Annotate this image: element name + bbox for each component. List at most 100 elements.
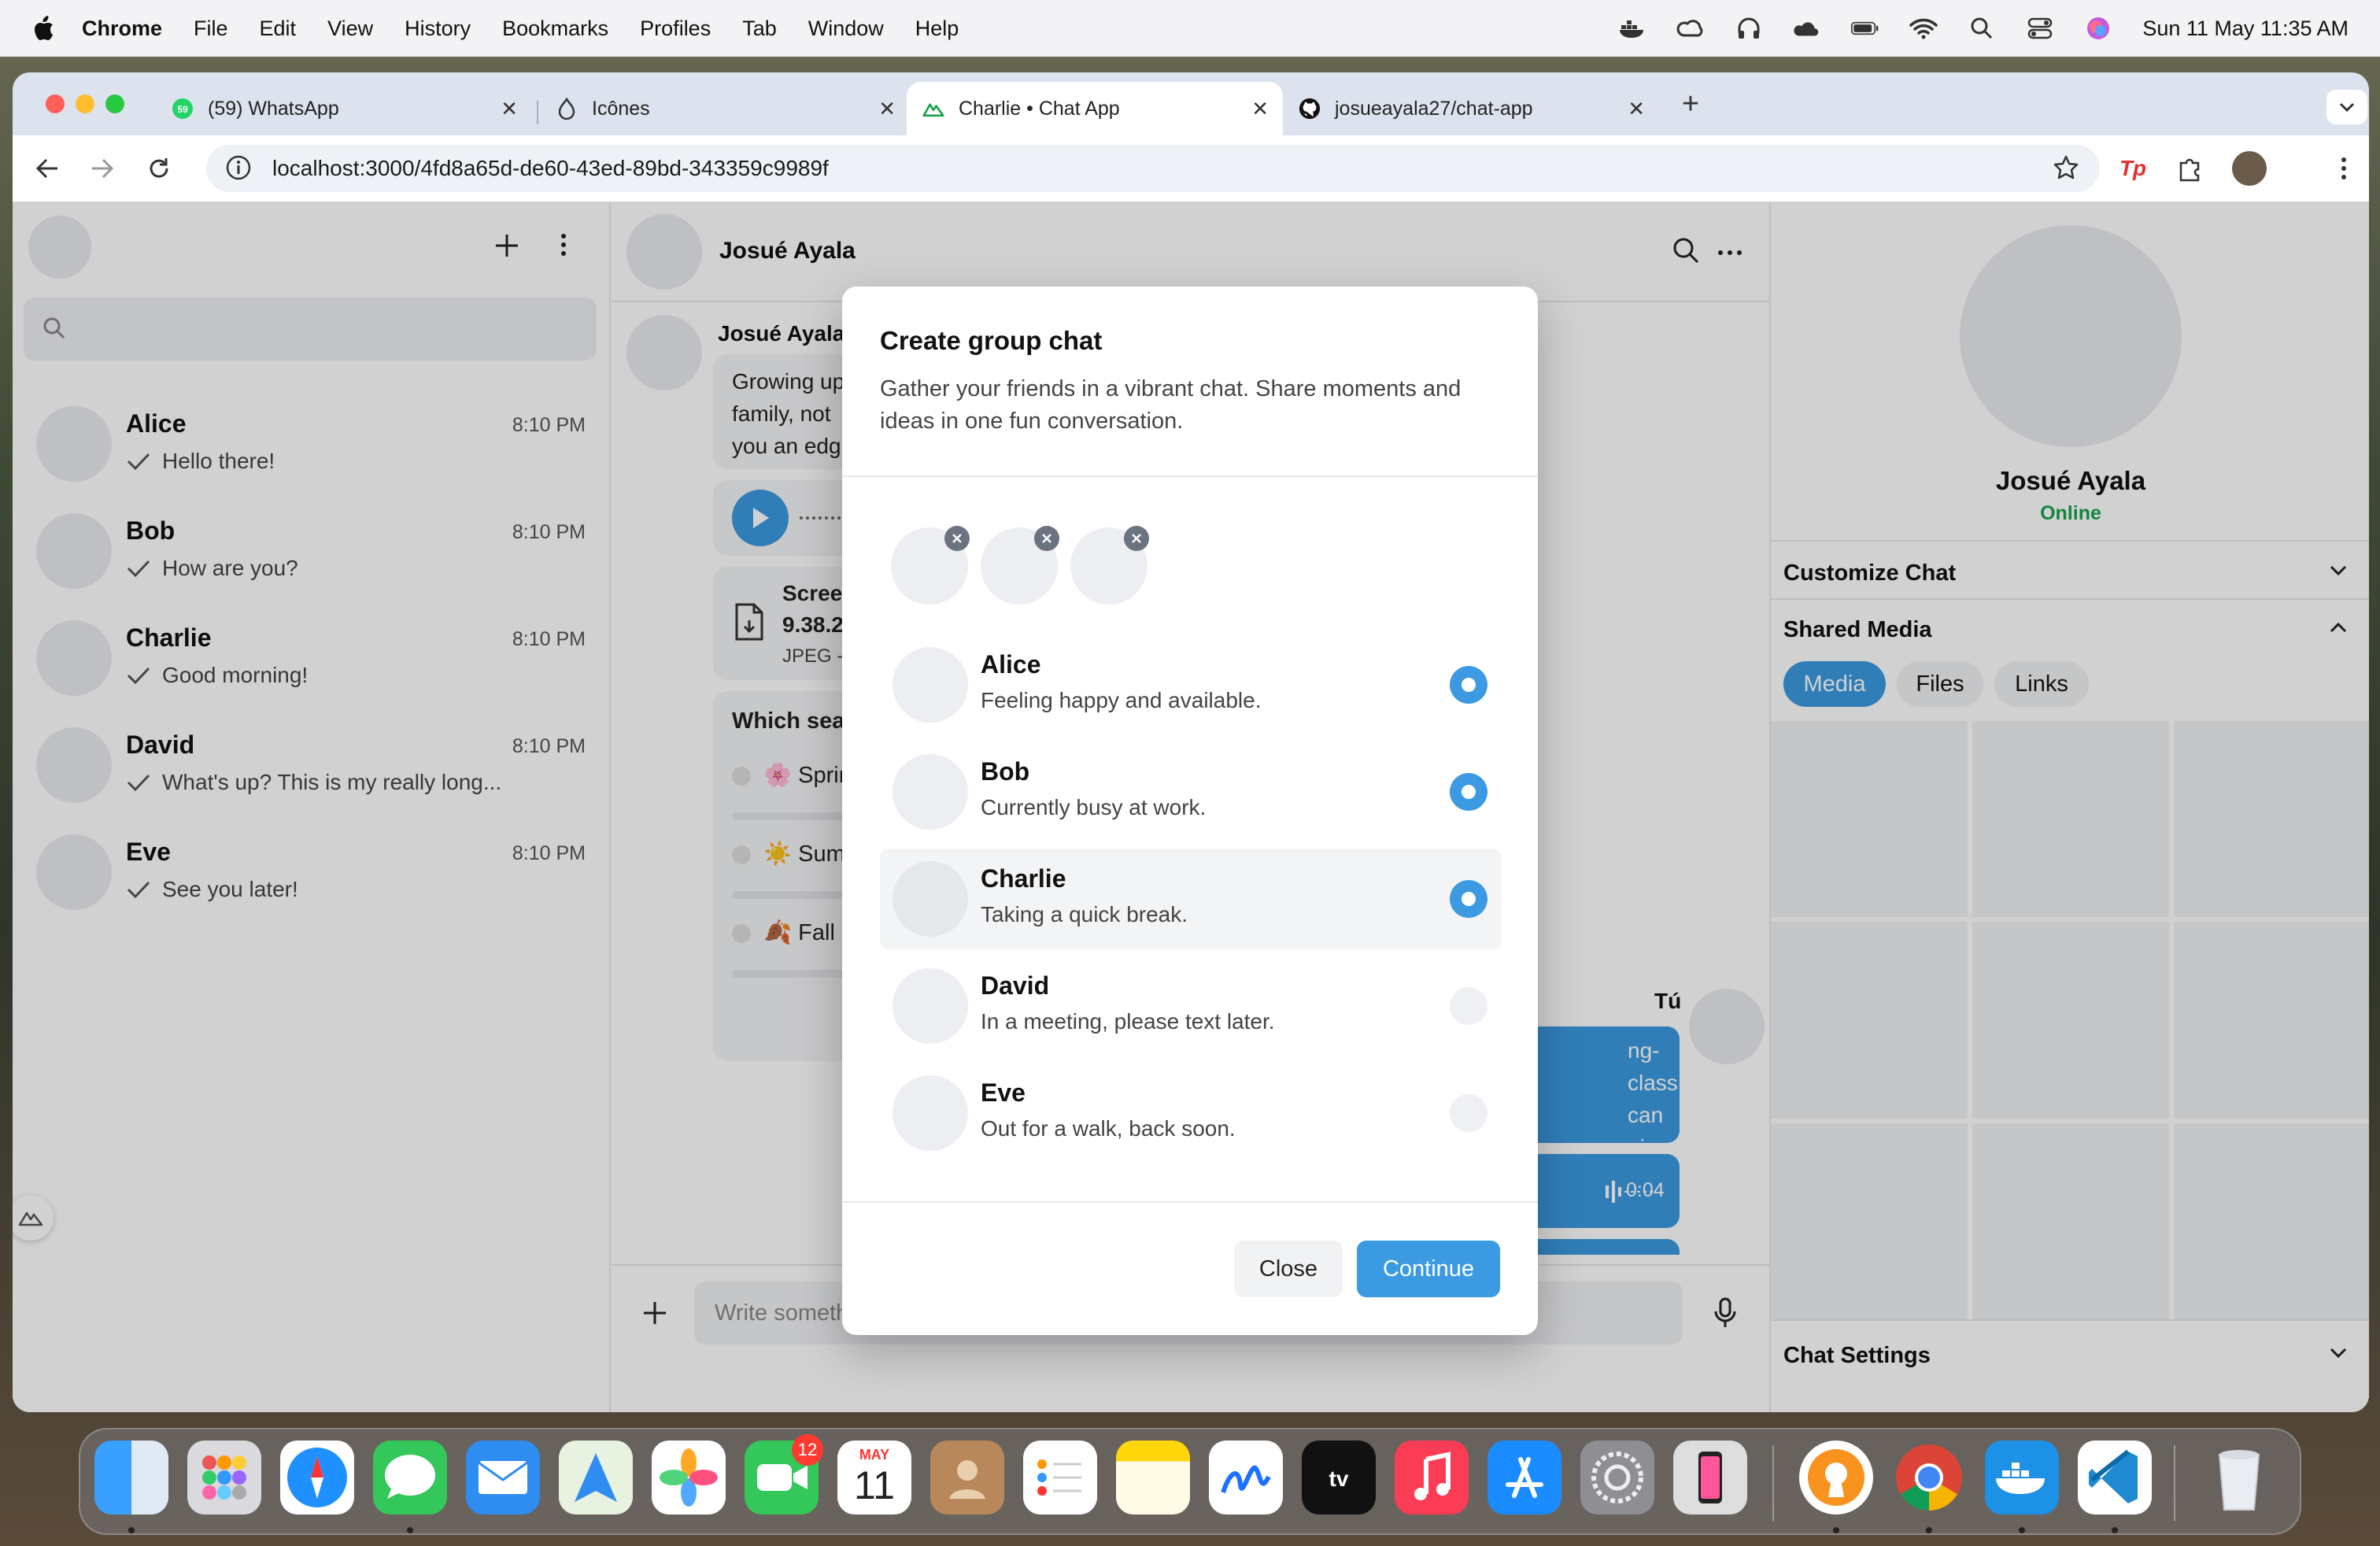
remove-member-button[interactable] xyxy=(1124,526,1149,551)
profile-avatar[interactable] xyxy=(2232,151,2267,186)
battery-icon[interactable] xyxy=(1851,14,1879,43)
member-row-david[interactable]: David In a meeting, please text later. xyxy=(880,956,1502,1056)
close-button[interactable]: Close xyxy=(1234,1241,1343,1297)
menu-window[interactable]: Window xyxy=(808,17,884,41)
apple-icon[interactable] xyxy=(28,13,58,43)
avatar xyxy=(893,754,968,830)
menu-edit[interactable]: Edit xyxy=(260,17,297,41)
openvpn-icon[interactable] xyxy=(1799,1441,1873,1515)
notes-icon[interactable] xyxy=(1116,1441,1190,1515)
zoom-window-button[interactable] xyxy=(105,94,124,113)
docker-icon[interactable] xyxy=(1985,1441,2059,1515)
member-select-radio[interactable] xyxy=(1450,987,1488,1025)
menu-view[interactable]: View xyxy=(327,17,373,41)
menu-app-name[interactable]: Chrome xyxy=(82,17,162,41)
tab-title: Icônes xyxy=(592,97,650,120)
menu-bar: Chrome File Edit View History Bookmarks … xyxy=(0,0,2380,57)
member-name: Charlie xyxy=(981,864,1066,893)
menu-history[interactable]: History xyxy=(405,17,471,41)
finder-icon[interactable] xyxy=(94,1441,168,1515)
close-tab-icon[interactable]: ✕ xyxy=(1628,97,1645,121)
creative-cloud-icon[interactable] xyxy=(1676,14,1705,43)
siri-icon[interactable] xyxy=(2084,14,2112,43)
tab-icones[interactable]: Icônes ✕ xyxy=(540,82,910,135)
menu-clock[interactable]: Sun 11 May 11:35 AM xyxy=(2142,17,2349,41)
tab-search-chevron-icon[interactable] xyxy=(2326,90,2367,124)
member-status: Out for a walk, back soon. xyxy=(981,1116,1236,1141)
avatar xyxy=(893,861,968,937)
url-text: localhost:3000/4fd8a65d-de60-43ed-89bd-3… xyxy=(272,156,829,180)
system-settings-icon[interactable] xyxy=(1580,1441,1654,1515)
site-info-icon[interactable] xyxy=(225,154,252,187)
mail-icon[interactable] xyxy=(466,1441,540,1515)
dock-divider xyxy=(1772,1445,1774,1521)
vscode-icon[interactable] xyxy=(2078,1441,2152,1515)
bookmark-star-icon[interactable] xyxy=(2053,154,2079,187)
close-window-button[interactable] xyxy=(46,94,65,113)
menu-help[interactable]: Help xyxy=(915,17,959,41)
docker-status-icon[interactable] xyxy=(1618,14,1646,43)
chrome-icon[interactable] xyxy=(1892,1441,1966,1515)
remove-member-button[interactable] xyxy=(1034,526,1059,551)
menu-profiles[interactable]: Profiles xyxy=(640,17,711,41)
browser-menu-icon[interactable] xyxy=(2330,154,2358,183)
close-tab-icon[interactable]: ✕ xyxy=(501,97,518,121)
iphone-mirroring-icon[interactable] xyxy=(1673,1441,1747,1515)
tab-whatsapp[interactable]: 59 (59) WhatsApp ✕ xyxy=(156,82,532,135)
remove-member-button[interactable] xyxy=(944,526,970,551)
minimize-window-button[interactable] xyxy=(76,94,94,113)
contacts-icon[interactable] xyxy=(930,1441,1004,1515)
member-select-radio[interactable] xyxy=(1450,773,1488,811)
member-select-radio[interactable] xyxy=(1450,666,1488,704)
running-indicator xyxy=(128,1527,135,1533)
messages-icon[interactable] xyxy=(373,1441,447,1515)
extension-tp-icon[interactable]: Tp xyxy=(2119,154,2147,183)
close-tab-icon[interactable]: ✕ xyxy=(1251,97,1269,121)
app-store-icon[interactable] xyxy=(1488,1441,1561,1515)
calendar-icon[interactable]: MAY 11 xyxy=(837,1441,911,1515)
dialog-title: Create group chat xyxy=(880,326,1103,355)
continue-button[interactable]: Continue xyxy=(1357,1241,1500,1297)
control-center-icon[interactable] xyxy=(2026,14,2054,43)
music-icon[interactable] xyxy=(1395,1441,1469,1515)
avatar xyxy=(893,1075,968,1151)
github-icon xyxy=(1299,98,1321,120)
icloud-icon[interactable] xyxy=(1793,14,1821,43)
reminders-icon[interactable] xyxy=(1023,1441,1097,1515)
extensions-puzzle-icon[interactable] xyxy=(2175,154,2204,183)
address-bar[interactable]: localhost:3000/4fd8a65d-de60-43ed-89bd-3… xyxy=(206,145,2100,192)
dock: 12 MAY 11 tv xyxy=(79,1428,2301,1535)
back-icon[interactable] xyxy=(33,154,61,183)
photos-icon[interactable] xyxy=(652,1441,726,1515)
launchpad-icon[interactable] xyxy=(187,1441,261,1515)
maps-icon[interactable] xyxy=(559,1441,633,1515)
new-tab-icon[interactable]: + xyxy=(1676,87,1705,120)
apple-tv-icon[interactable]: tv xyxy=(1302,1441,1376,1515)
member-row-charlie[interactable]: Charlie Taking a quick break. xyxy=(880,849,1502,949)
calendar-month: MAY xyxy=(859,1447,890,1463)
member-row-alice[interactable]: Alice Feeling happy and available. xyxy=(880,634,1502,735)
member-row-bob[interactable]: Bob Currently busy at work. xyxy=(880,742,1502,842)
tab-github[interactable]: josueayala27/chat-app ✕ xyxy=(1283,82,1659,135)
safari-icon[interactable] xyxy=(280,1441,354,1515)
freeform-icon[interactable] xyxy=(1209,1441,1283,1515)
member-select-radio[interactable] xyxy=(1450,880,1488,918)
forward-icon[interactable] xyxy=(88,154,116,183)
member-status: Currently busy at work. xyxy=(981,795,1207,819)
nuxt-icon xyxy=(922,98,944,120)
menu-file[interactable]: File xyxy=(194,17,228,41)
close-tab-icon[interactable]: ✕ xyxy=(878,97,896,121)
menu-tab[interactable]: Tab xyxy=(742,17,777,41)
headphones-icon[interactable] xyxy=(1735,14,1763,43)
selected-member-chip-bob xyxy=(981,526,1059,605)
member-row-eve[interactable]: Eve Out for a walk, back soon. xyxy=(880,1063,1502,1163)
member-select-radio[interactable] xyxy=(1450,1094,1488,1132)
reload-icon[interactable] xyxy=(145,154,173,183)
tab-chat-app[interactable]: Charlie • Chat App ✕ xyxy=(907,82,1283,135)
wifi-icon[interactable] xyxy=(1909,14,1938,43)
create-group-dialog: Create group chat Gather your friends in… xyxy=(842,287,1538,1335)
menu-bookmarks[interactable]: Bookmarks xyxy=(502,17,608,41)
trash-icon[interactable] xyxy=(2202,1441,2276,1515)
spotlight-icon[interactable] xyxy=(1968,14,1996,43)
browser-toolbar: localhost:3000/4fd8a65d-de60-43ed-89bd-3… xyxy=(13,135,2369,202)
